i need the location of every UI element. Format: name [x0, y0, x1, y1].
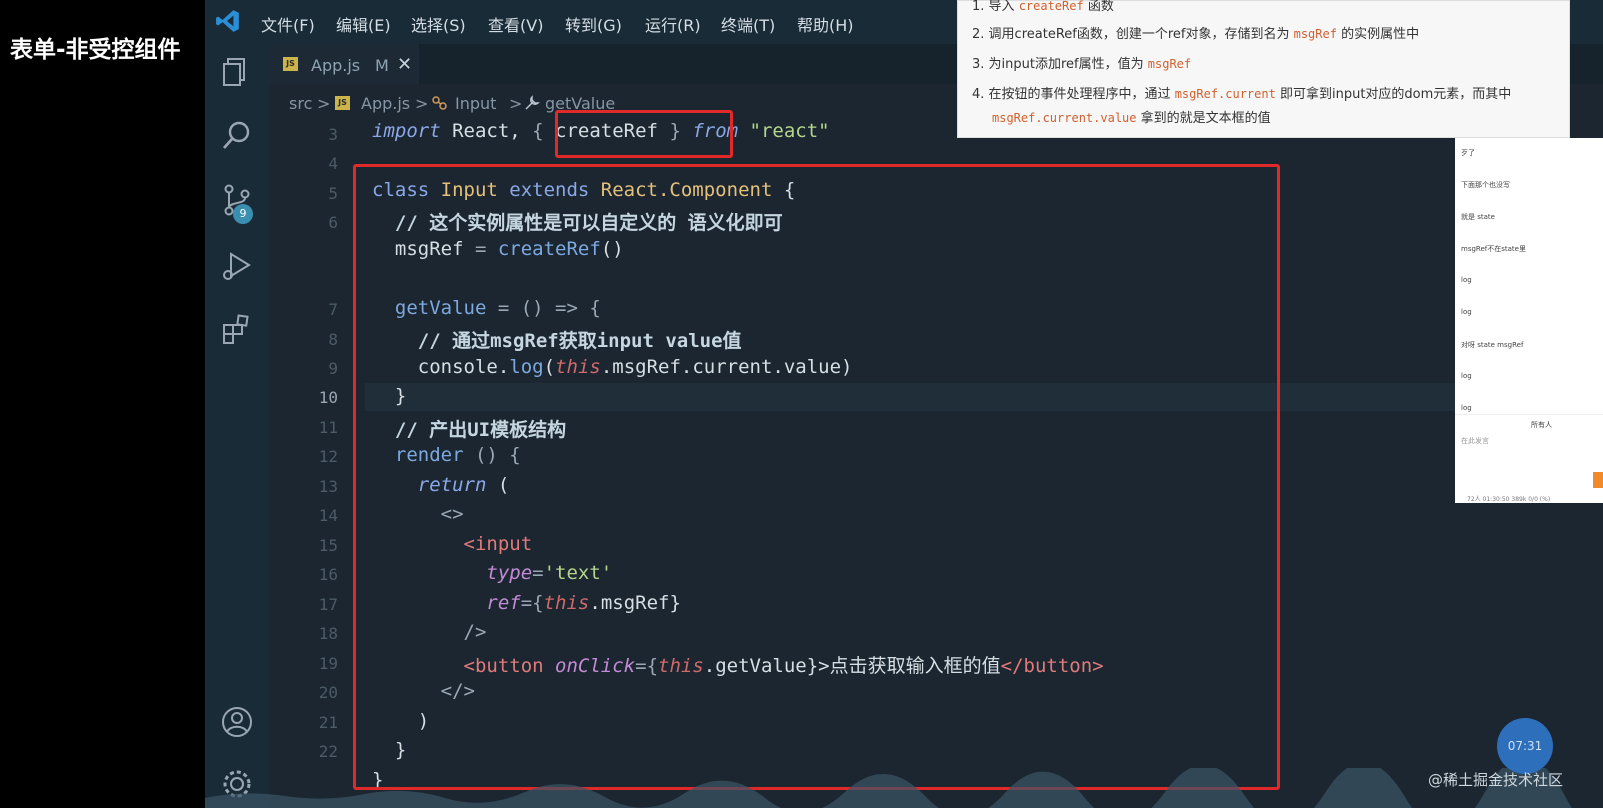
- note-code: msgRef: [1147, 57, 1192, 71]
- tab-filename: App.js: [311, 56, 361, 75]
- note-item: 4. 在按钮的事件处理程序中，通过 msgRef.current 即可拿到inp…: [972, 83, 1511, 102]
- line-number-active: 10: [318, 388, 338, 407]
- watermark: @稀土掘金技术社区: [1427, 771, 1563, 789]
- note-item: msgRef.current.value 拿到的就是文本框的值: [992, 107, 1271, 126]
- tab-close-icon[interactable]: ✕: [397, 54, 412, 75]
- extensions-icon[interactable]: [219, 312, 255, 348]
- note-number: 1.: [972, 0, 985, 14]
- line-number: 19: [318, 654, 338, 673]
- chat-message: 就是 state: [1461, 213, 1495, 221]
- line-number: 5: [328, 184, 338, 203]
- lesson-title: 表单-非受控组件: [10, 37, 181, 63]
- line-number: 6: [328, 213, 338, 232]
- note-text: 在按钮的事件处理程序中，通过: [988, 87, 1175, 102]
- chat-stats: 72人 01:30:50 389k 0/0 (%): [1467, 496, 1551, 503]
- line-number: 18: [318, 624, 338, 643]
- chat-message: log: [1461, 276, 1472, 284]
- note-text: 函数: [1083, 0, 1114, 14]
- explorer-icon[interactable]: [219, 54, 255, 90]
- line-number: 8: [328, 330, 338, 349]
- chat-message: 下面那个也没写: [1461, 181, 1510, 189]
- note-number: 3.: [972, 57, 985, 72]
- menu-terminal[interactable]: 终端(T): [721, 12, 775, 36]
- line-number: 4: [328, 154, 338, 173]
- menu-edit[interactable]: 编辑(E): [336, 12, 391, 36]
- note-item: 2. 调用createRef函数，创建一个ref对象，存储到名为 msgRef …: [972, 23, 1419, 42]
- account-icon[interactable]: [219, 704, 255, 740]
- chat-input[interactable]: 在此发言: [1461, 436, 1489, 446]
- line-number: 14: [318, 506, 338, 525]
- breadcrumb-file[interactable]: App.js: [361, 94, 410, 113]
- menu-help[interactable]: 帮助(H): [797, 12, 854, 36]
- chat-message: log: [1461, 308, 1472, 316]
- menu-view[interactable]: 查看(V): [488, 12, 543, 36]
- note-item: 3. 为input添加ref属性，值为 msgRef: [972, 53, 1191, 72]
- breadcrumb-separator: >: [509, 94, 523, 113]
- note-number: 2.: [972, 27, 985, 42]
- line-number: 11: [318, 418, 338, 437]
- note-code: createRef: [1018, 0, 1084, 13]
- chat-message: log: [1461, 404, 1472, 412]
- chat-message: log: [1461, 372, 1472, 380]
- line-number: 21: [318, 713, 338, 732]
- js-file-icon: JS: [283, 57, 298, 71]
- note-code: msgRef.current: [1174, 87, 1276, 101]
- chat-message: 对呀 state msgRef: [1461, 341, 1524, 349]
- chat-message: msgRef不在state里: [1461, 245, 1526, 253]
- note-text: 即可拿到input对应的dom元素，而其中: [1275, 87, 1512, 102]
- note-code: msgRef: [1293, 27, 1337, 41]
- line-number: 15: [318, 536, 338, 555]
- menu-selection[interactable]: 选择(S): [411, 12, 466, 36]
- note-text: 的实例属性中: [1336, 27, 1420, 42]
- line-number: 16: [318, 565, 338, 584]
- note-text: 拿到的就是文本框的值: [1136, 111, 1271, 126]
- breadcrumb-class[interactable]: Input: [455, 94, 496, 113]
- tab-modified-indicator: M: [375, 56, 389, 75]
- breadcrumb-src[interactable]: src: [289, 94, 312, 113]
- js-file-icon: JS: [335, 96, 350, 110]
- token: import: [372, 120, 441, 142]
- note-text: 调用createRef函数，创建一个ref对象，存储到名为: [988, 27, 1294, 42]
- menu-file[interactable]: 文件(F): [261, 12, 315, 36]
- line-number: 7: [328, 300, 338, 319]
- notes-panel: 1. 导入 createRef 函数 2. 调用createRef函数，创建一个…: [957, 0, 1570, 138]
- line-number: 3: [328, 125, 338, 144]
- method-icon: [525, 95, 540, 110]
- note-number: 4.: [972, 87, 985, 102]
- black-side-panel: 表单-非受控组件: [0, 0, 205, 808]
- line-number: 13: [318, 477, 338, 496]
- line-number: 9: [328, 359, 338, 378]
- menu-go[interactable]: 转到(G): [565, 12, 622, 36]
- note-item: 1. 导入 createRef 函数: [972, 0, 1114, 14]
- chat-panel: 歹了 下面那个也没写 就是 state msgRef不在state里 log l…: [1455, 138, 1603, 503]
- breadcrumb-separator: >: [415, 94, 429, 113]
- vscode-logo-icon: [216, 10, 239, 32]
- token: {: [532, 120, 556, 142]
- scm-badge: 9: [233, 204, 253, 224]
- send-button[interactable]: [1593, 472, 1603, 488]
- chat-recipient-select[interactable]: 所有人: [1531, 420, 1552, 430]
- token: "react": [749, 120, 830, 142]
- divider: [1455, 414, 1603, 415]
- bottom-wave-decoration: [205, 768, 1603, 808]
- tab-app-js[interactable]: JS App.js M ✕: [269, 44, 419, 84]
- highlight-box-createref: [555, 110, 733, 158]
- activity-bar: 9: [205, 44, 269, 808]
- note-text: 为input添加ref属性，值为: [988, 57, 1148, 72]
- run-debug-icon[interactable]: [219, 248, 255, 284]
- breadcrumb-separator: >: [317, 94, 331, 113]
- class-icon: [432, 96, 447, 110]
- note-text: 导入: [988, 0, 1019, 14]
- line-number: 20: [318, 683, 338, 702]
- search-icon[interactable]: [219, 118, 255, 154]
- chat-message: 歹了: [1461, 149, 1475, 157]
- note-code: msgRef.current.value: [992, 111, 1137, 125]
- line-number: 12: [318, 447, 338, 466]
- token: React,: [440, 120, 533, 142]
- timer-badge: 07:31: [1497, 718, 1553, 774]
- highlight-box-class: [353, 164, 1280, 790]
- line-number: 17: [318, 595, 338, 614]
- menu-run[interactable]: 运行(R): [645, 12, 701, 36]
- line-number: 22: [318, 742, 338, 761]
